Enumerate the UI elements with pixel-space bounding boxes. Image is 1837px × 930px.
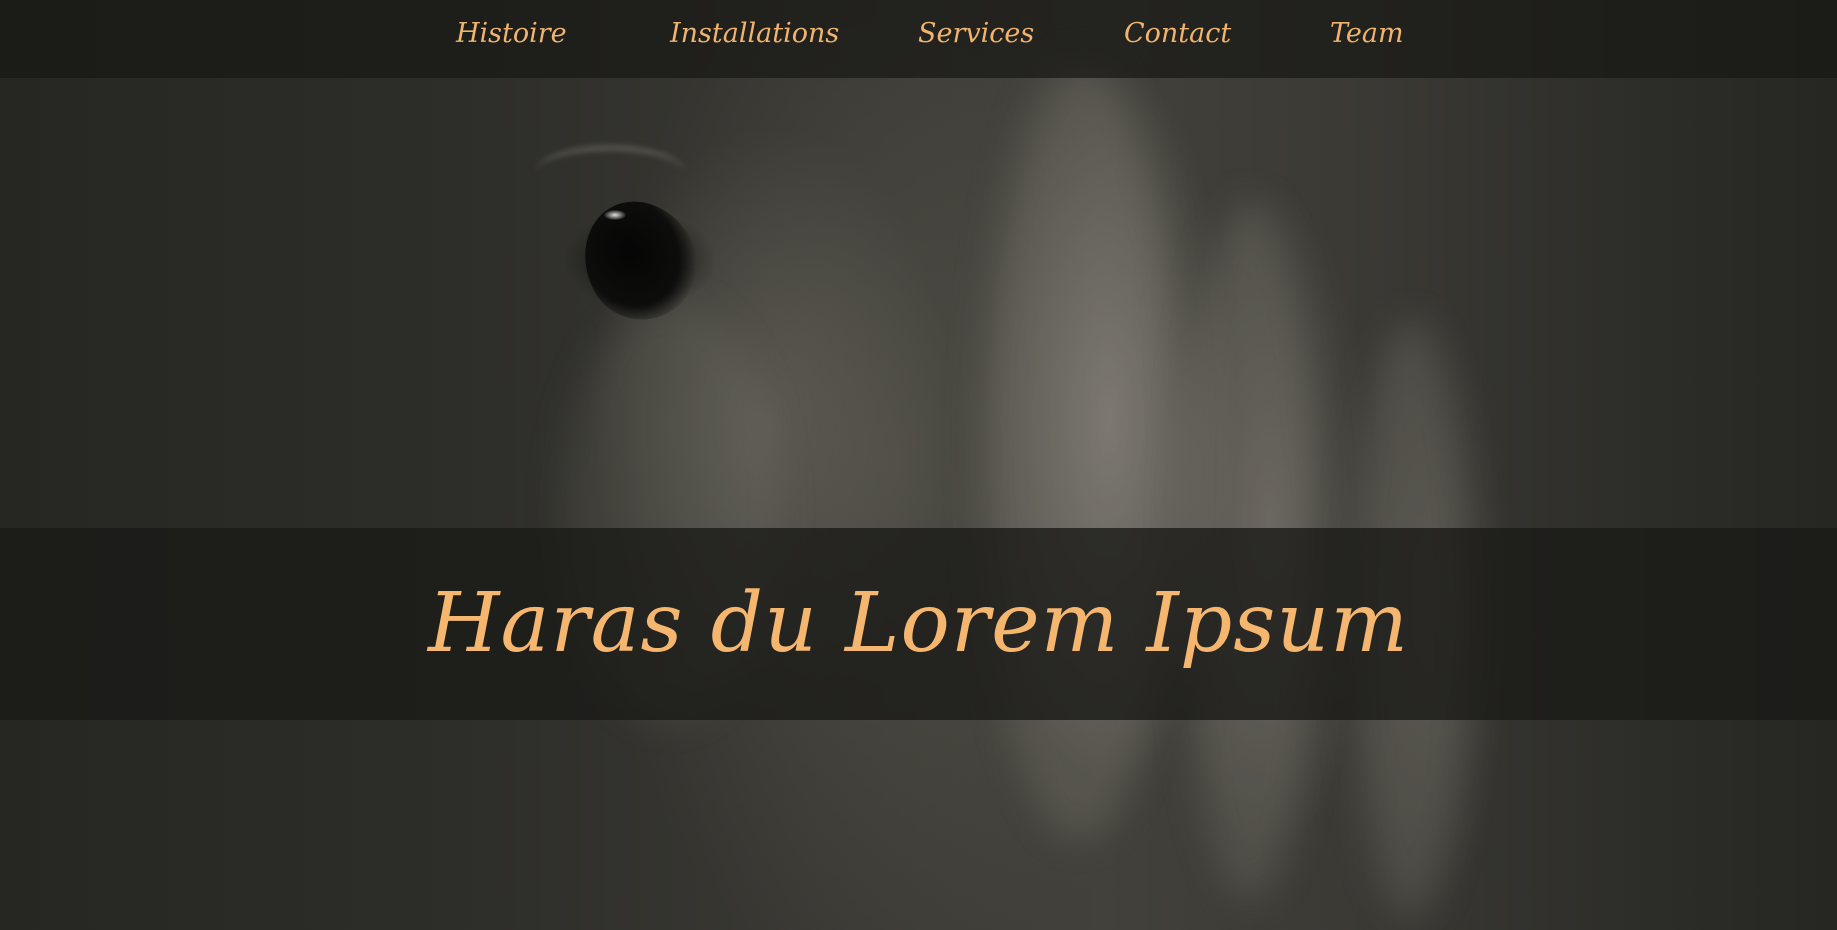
nav-link-installations[interactable]: Installations — [670, 18, 839, 49]
hero-title: Haras du Lorem Ipsum — [428, 576, 1409, 671]
hero-title-band: Haras du Lorem Ipsum — [0, 528, 1837, 720]
horse-brow — [535, 145, 685, 201]
page: Histoire Installations Services Contact … — [0, 0, 1837, 930]
nav-link-team[interactable]: Team — [1330, 18, 1404, 49]
horse-background-image — [0, 0, 1837, 930]
nav-link-contact[interactable]: Contact — [1124, 18, 1231, 49]
mane-streak — [980, 60, 1180, 840]
nav-link-histoire[interactable]: Histoire — [456, 18, 567, 49]
top-navigation: Histoire Installations Services Contact … — [0, 0, 1837, 78]
nav-link-services[interactable]: Services — [918, 18, 1034, 49]
nav-list: Histoire Installations Services Contact … — [0, 0, 1837, 78]
eye-glint — [604, 210, 626, 220]
